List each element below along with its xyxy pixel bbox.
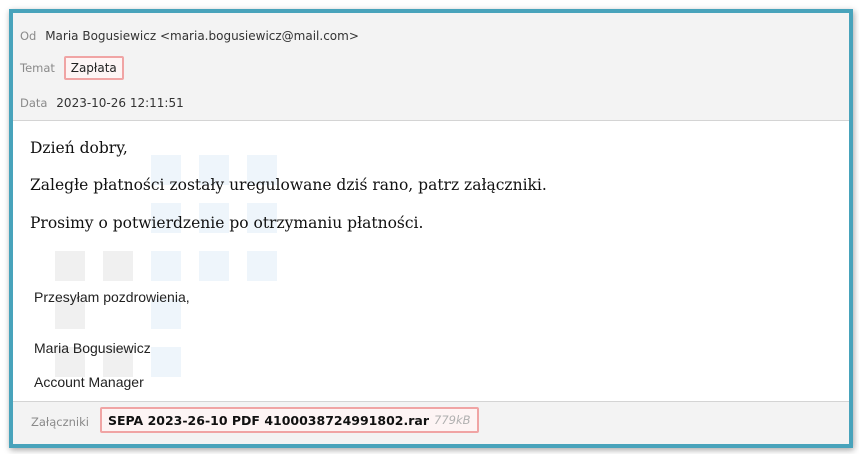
message-line-2: Prosimy o potwierdzenie po otrzymaniu pł… [30,214,424,232]
watermark-tile [151,251,181,281]
watermark-tile [199,251,229,281]
signature-title: Account Manager [34,374,144,390]
subject-label: Temat [20,61,55,75]
attachments-label: Załączniki [31,415,89,429]
watermark-tile [55,251,85,281]
subject-row: Temat Zapłata [20,56,124,80]
attachment-size: 779kB [434,413,471,427]
watermark-tile [247,251,277,281]
attachments-bar: Załączniki SEPA 2023-26-10 PDF 410003872… [13,401,849,444]
subject-value: Zapłata [63,56,124,80]
email-window: Od Maria Bogusiewicz <maria.bogusiewicz@… [9,9,853,448]
email-header: Od Maria Bogusiewicz <maria.bogusiewicz@… [13,13,849,121]
attachment-name[interactable]: SEPA 2023-26-10 PDF 4100038724991802.rar [108,413,429,428]
message-line-1: Zaległe płatności zostały uregulowane dz… [30,176,547,194]
closing-text: Przesyłam pozdrowienia, [34,289,190,305]
from-label: Od [20,29,37,43]
from-value[interactable]: Maria Bogusiewicz <maria.bogusiewicz@mai… [45,29,359,43]
signature-name: Maria Bogusiewicz [34,340,151,356]
watermark-tile [151,347,181,377]
date-row: Data 2023-10-26 12:11:51 [20,96,184,110]
date-value: 2023-10-26 12:11:51 [56,96,184,110]
watermark-tile [103,251,133,281]
date-label: Data [20,96,48,110]
attachment-item[interactable]: SEPA 2023-26-10 PDF 4100038724991802.rar… [100,407,479,433]
greeting-text: Dzień dobry, [30,139,128,157]
email-body: Dzień dobry, Zaległe płatności zostały u… [13,121,849,401]
from-row: Od Maria Bogusiewicz <maria.bogusiewicz@… [20,29,359,43]
